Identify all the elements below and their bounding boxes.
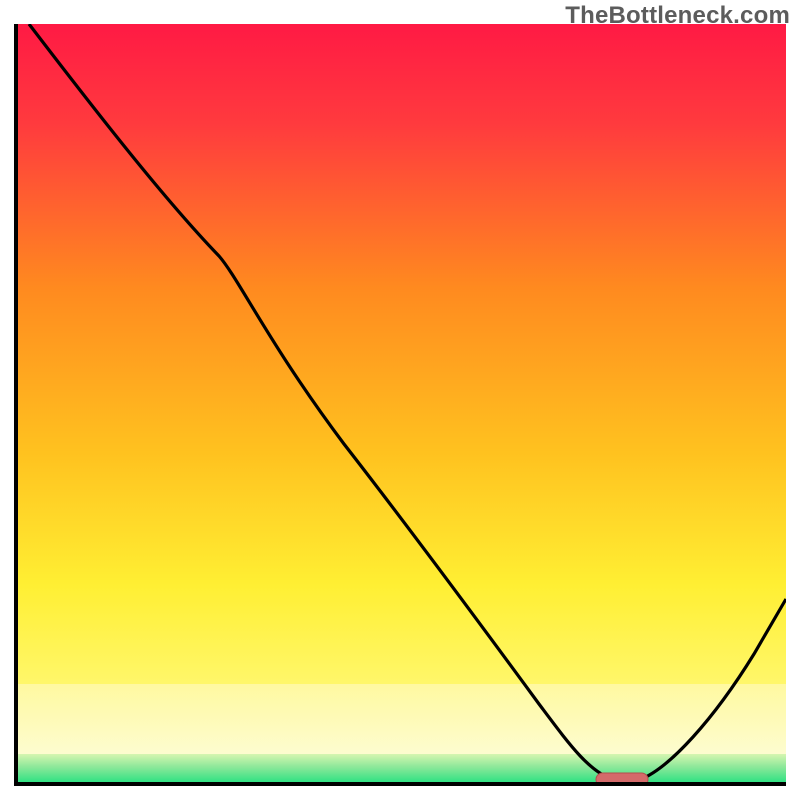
gradient-main	[14, 24, 786, 684]
gradient-pale-band	[14, 684, 786, 754]
y-axis	[14, 24, 18, 786]
x-axis	[14, 782, 786, 786]
bottleneck-chart: TheBottleneck.com	[0, 0, 800, 800]
chart-plot	[14, 24, 786, 786]
